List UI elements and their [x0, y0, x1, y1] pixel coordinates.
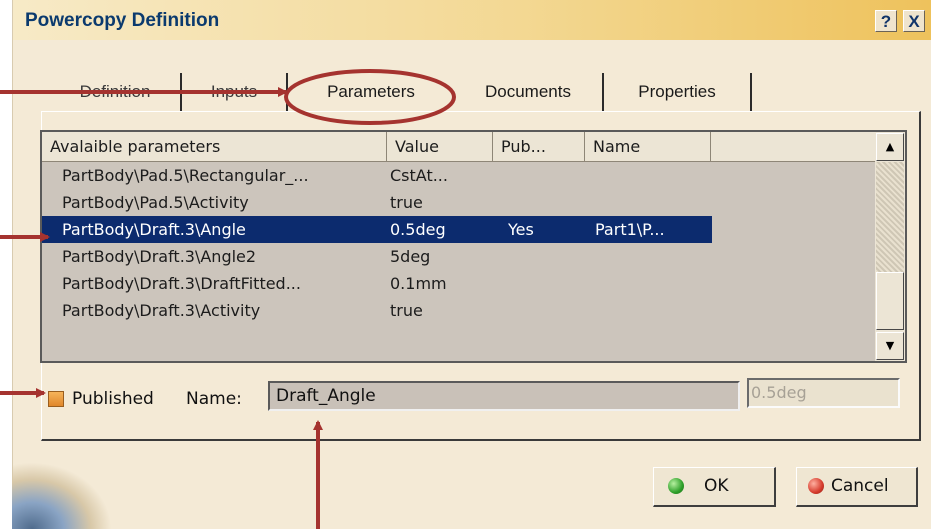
value-cell: true: [390, 193, 423, 212]
value-cell: true: [390, 301, 423, 320]
table-row-selected[interactable]: PartBody\Draft.3\Angle 0.5deg Yes Part1\…: [42, 216, 712, 243]
table-row[interactable]: PartBody\Draft.3\Activity true: [42, 297, 875, 324]
param-cell: PartBody\Draft.3\Angle2: [62, 247, 257, 266]
published-label: Published: [72, 389, 154, 409]
cancel-button[interactable]: Cancel: [796, 467, 918, 507]
scroll-up-button[interactable]: ▲: [876, 133, 904, 161]
close-button[interactable]: X: [903, 10, 925, 32]
tab-definition[interactable]: Definition: [50, 73, 182, 111]
scroll-thumb[interactable]: [876, 272, 904, 330]
tab-inputs[interactable]: Inputs: [182, 73, 288, 111]
column-name[interactable]: Name: [585, 132, 711, 162]
column-empty: [711, 132, 875, 162]
table-row[interactable]: PartBody\Pad.5\Rectangular_... CstAt...: [42, 162, 875, 189]
param-cell: PartBody\Pad.5\Activity: [62, 193, 249, 212]
published-cell: Yes: [508, 220, 534, 239]
parameters-list[interactable]: Avalaible parameters Value Pub... Name P…: [40, 130, 907, 363]
table-row[interactable]: PartBody\Draft.3\Angle2 5deg: [42, 243, 875, 270]
title-bar[interactable]: Powercopy Definition ? X: [13, 0, 931, 40]
cancel-icon: [808, 478, 824, 494]
scroll-down-button[interactable]: ▼: [876, 332, 904, 360]
catia-logo: [12, 462, 112, 529]
param-cell: PartBody\Draft.3\DraftFitted...: [62, 274, 301, 293]
value-cell: 0.1mm: [390, 274, 447, 293]
param-cell: PartBody\Draft.3\Activity: [62, 301, 261, 320]
column-value[interactable]: Value: [387, 132, 493, 162]
name-label: Name:: [186, 389, 242, 409]
vertical-scrollbar[interactable]: ▲ ▼: [875, 132, 905, 361]
tab-properties[interactable]: Properties: [604, 73, 752, 111]
tab-documents[interactable]: Documents: [454, 73, 604, 111]
published-checkbox[interactable]: [48, 391, 64, 407]
column-published[interactable]: Pub...: [493, 132, 585, 162]
param-cell: PartBody\Pad.5\Rectangular_...: [62, 166, 309, 185]
published-name-field[interactable]: Draft_Angle: [268, 381, 740, 411]
list-header: Avalaible parameters Value Pub... Name: [42, 132, 875, 162]
scroll-track[interactable]: [876, 162, 904, 272]
table-row[interactable]: PartBody\Pad.5\Activity true: [42, 189, 875, 216]
ok-icon: [668, 478, 684, 494]
triangle-up-icon: ▲: [885, 140, 895, 153]
window-title: Powercopy Definition: [25, 10, 220, 31]
value-cell: 0.5deg: [390, 220, 446, 239]
value-cell: 5deg: [390, 247, 431, 266]
help-button[interactable]: ?: [875, 10, 897, 32]
table-row[interactable]: PartBody\Draft.3\DraftFitted... 0.1mm: [42, 270, 875, 297]
column-available-parameters[interactable]: Avalaible parameters: [42, 132, 387, 162]
ok-button[interactable]: OK: [653, 467, 776, 507]
tab-parameters[interactable]: Parameters: [288, 73, 454, 111]
param-cell: PartBody\Draft.3\Angle: [62, 220, 246, 239]
value-cell: CstAt...: [390, 166, 448, 185]
triangle-down-icon: ▼: [885, 339, 895, 352]
published-value-field: 0.5deg: [747, 378, 900, 408]
name-cell: Part1\P...: [595, 220, 665, 239]
